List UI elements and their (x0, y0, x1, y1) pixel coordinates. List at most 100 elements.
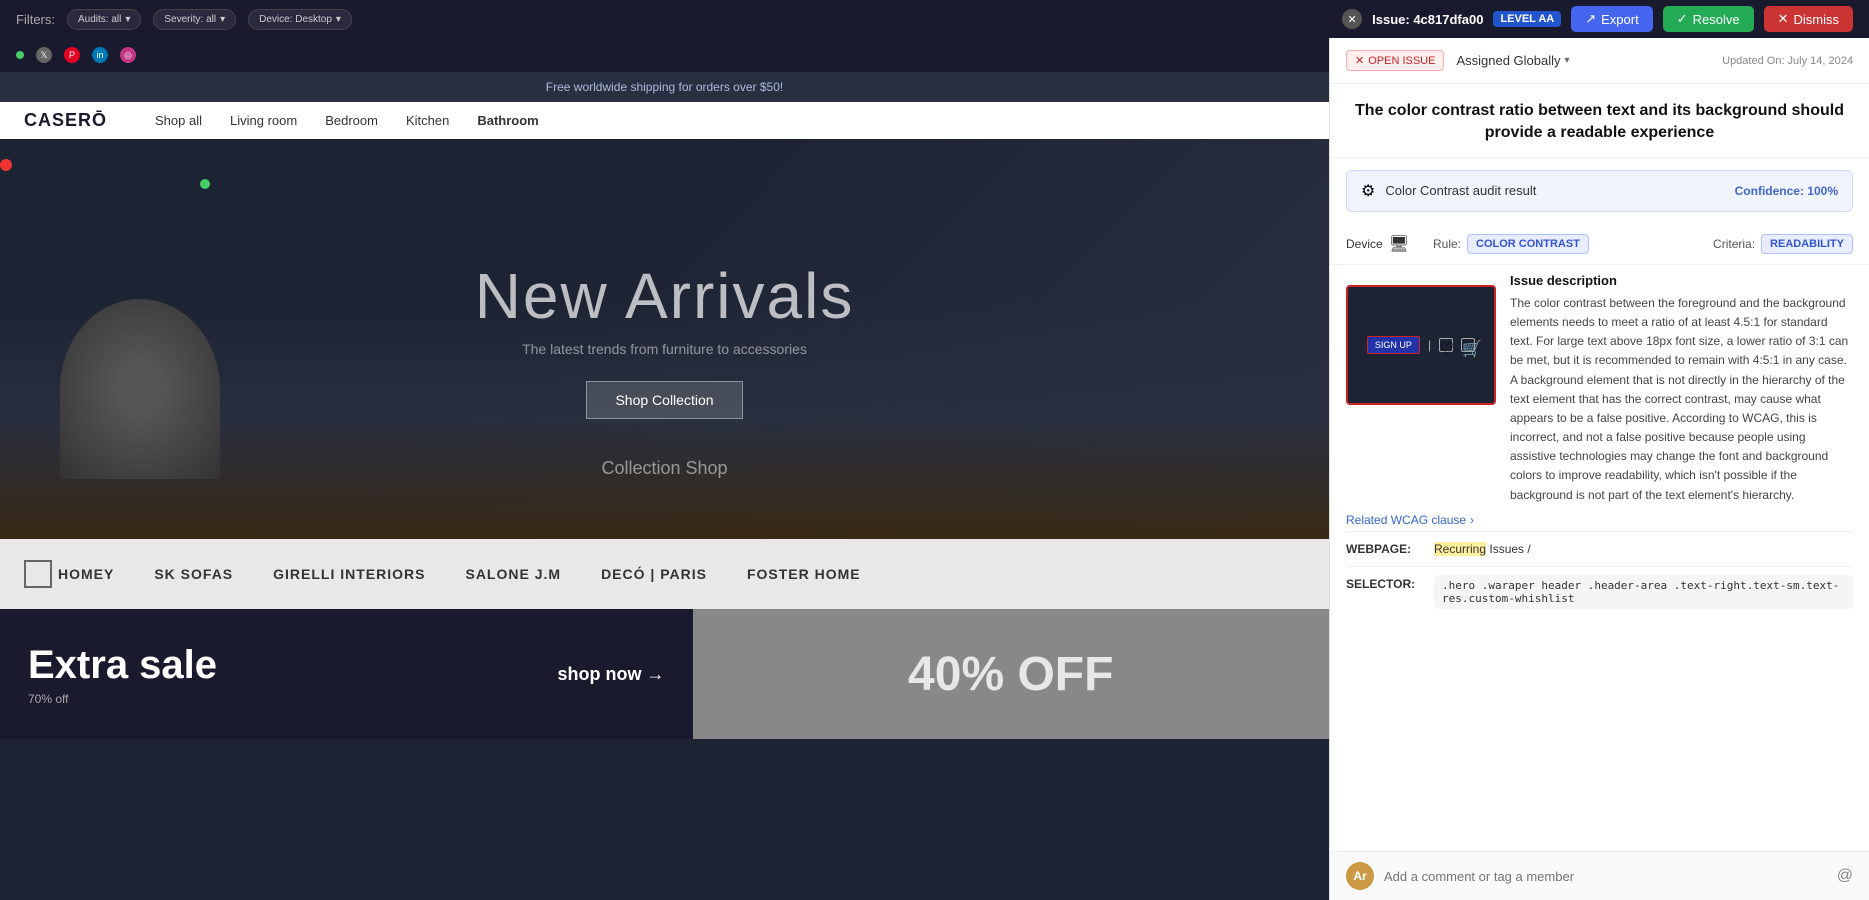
pinterest-icon: P (64, 47, 80, 63)
nav-living-room[interactable]: Living room (230, 113, 297, 128)
open-issue-badge[interactable]: ✕ OPEN ISSUE (1346, 50, 1444, 71)
dot-indicator-red (0, 159, 12, 171)
shipping-text: Free worldwide shipping for orders over … (546, 80, 783, 94)
audit-filter-btn[interactable]: Audits: all ▾ (67, 9, 141, 30)
panel-body: SIGN UP | ♡ 🛒 Issue description The colo… (1330, 265, 1869, 851)
severity-filter-btn[interactable]: Severity: all ▾ (153, 9, 236, 30)
selector-value: .hero .waraper header .header-area .text… (1434, 575, 1853, 609)
chevron-right-icon: › (1470, 513, 1474, 527)
nav-shop-all[interactable]: Shop all (155, 113, 202, 128)
criteria-badge: READABILITY (1761, 234, 1853, 254)
selector-label: SELECTOR: (1346, 577, 1426, 591)
brand-homey: HOMEY (24, 560, 114, 588)
right-panel: ✕ OPEN ISSUE Assigned Globally ▾ Updated… (1329, 38, 1869, 900)
brand-girelli: GIRELLI INTERIORS (273, 566, 425, 582)
webpage-row: WEBPAGE: Recurring Issues / (1346, 531, 1853, 566)
issue-desc-layout: SIGN UP | ♡ 🛒 Issue description The colo… (1346, 273, 1853, 505)
cart-icon: 🛒 (1461, 338, 1475, 352)
social-bar: 𝕏 P in ◎ (0, 38, 1329, 72)
dot-indicator-green (200, 179, 210, 189)
panel-title: The color contrast ratio between text an… (1330, 84, 1869, 158)
hero-subtitle: The latest trends from furniture to acce… (475, 341, 855, 357)
extra-sale-banner: Extra sale 70% off shop now → (0, 609, 693, 739)
top-bar: Filters: Audits: all ▾ Severity: all ▾ D… (0, 0, 1869, 38)
chevron-down-icon: ▾ (336, 14, 341, 25)
issue-desc-body: The color contrast between the foregroun… (1510, 294, 1853, 505)
nav-kitchen[interactable]: Kitchen (406, 113, 449, 128)
issue-bar: ✕ Issue: 4c817dfa00 LEVEL AA ↗ Export ✓ … (1342, 6, 1853, 32)
resolve-button[interactable]: ✓ Resolve (1663, 6, 1754, 32)
favicon-icon (16, 51, 24, 59)
issue-desc-title: Issue description (1510, 273, 1853, 288)
webpage-value: Recurring Issues / (1434, 542, 1531, 556)
device-rule-row: Device 🖥 Rule: COLOR CONTRAST Criteria: … (1330, 224, 1869, 265)
brand-foster-home: FOSTER HOME (747, 566, 861, 582)
related-wcag-link[interactable]: Related WCAG clause › (1346, 513, 1853, 527)
criteria-info: Criteria: READABILITY (1713, 234, 1853, 254)
hero-section: New Arrivals The latest trends from furn… (0, 139, 1329, 539)
selector-row: SELECTOR: .hero .waraper header .header-… (1346, 566, 1853, 617)
criteria-label: Criteria: (1713, 237, 1755, 251)
monitor-icon: 🖥 (1389, 234, 1409, 254)
export-icon: ↗ (1585, 11, 1596, 27)
brand-sk-sofas: SK SOFAS (154, 566, 233, 582)
issue-desc-text: Issue description The color contrast bet… (1510, 273, 1853, 505)
chevron-down-icon: ▾ (125, 14, 130, 25)
signup-btn-mock: SIGN UP (1367, 336, 1420, 354)
off-percentage-text: 40% OFF (908, 647, 1113, 702)
twitter-icon: 𝕏 (36, 47, 52, 63)
brand-deco-paris: DECÓ | PARIS (601, 566, 707, 582)
rule-label: Rule: (1433, 237, 1461, 251)
device-filter-btn[interactable]: Device: Desktop ▾ (248, 9, 352, 30)
chevron-down-icon: ▾ (220, 14, 225, 25)
shop-collection-button[interactable]: Shop Collection (586, 381, 742, 419)
updated-text: Updated On: July 14, 2024 (1722, 55, 1853, 67)
signup-mock: SIGN UP | ♡ 🛒 (1367, 336, 1475, 354)
device-label: Device (1346, 237, 1383, 251)
shop-now-button[interactable]: shop now → (558, 664, 665, 685)
nav-bathroom[interactable]: Bathroom (477, 113, 538, 128)
screenshot-inner: SIGN UP | ♡ 🛒 (1348, 287, 1494, 403)
main-layout: 𝕏 P in ◎ Free worldwide shipping for ord… (0, 38, 1869, 900)
level-badge: LEVEL AA (1493, 11, 1561, 27)
bottom-banners: Extra sale 70% off shop now → 40% OFF (0, 609, 1329, 739)
x-small-icon: ✕ (1355, 54, 1364, 67)
device-info: Device 🖥 (1346, 234, 1409, 254)
brands-bar: HOMEY SK SOFAS GIRELLI INTERIORS SALONE … (0, 539, 1329, 609)
comment-input[interactable] (1384, 869, 1827, 884)
linkedin-icon: in (92, 47, 108, 63)
audit-result-bar: ⚙ Color Contrast audit result Confidence… (1346, 170, 1853, 212)
pipe-icon: | (1428, 338, 1431, 352)
export-button[interactable]: ↗ Export (1571, 6, 1652, 32)
rule-badge: COLOR CONTRAST (1467, 234, 1589, 254)
site-nav: CASERŌ Shop all Living room Bedroom Kitc… (0, 102, 1329, 139)
extra-sale-text-block: Extra sale 70% off (28, 643, 217, 706)
at-icon[interactable]: @ (1837, 867, 1853, 885)
website-preview: 𝕏 P in ◎ Free worldwide shipping for ord… (0, 38, 1329, 900)
site-logo: CASERŌ (24, 110, 107, 131)
off-banner: 40% OFF (693, 609, 1330, 739)
issue-id: Issue: 4c817dfa00 (1372, 12, 1483, 27)
issue-title: The color contrast ratio between text an… (1350, 100, 1849, 145)
audit-icon: ⚙ (1361, 181, 1375, 201)
dismiss-button[interactable]: ✕ Dismiss (1764, 6, 1853, 32)
issue-screenshot: SIGN UP | ♡ 🛒 (1346, 285, 1496, 405)
close-issue-btn[interactable]: ✕ (1342, 9, 1362, 29)
assigned-globally-dropdown[interactable]: Assigned Globally ▾ (1456, 53, 1569, 68)
lamp-decoration (60, 299, 220, 479)
homey-logo-icon (24, 560, 52, 588)
filter-label: Filters: (16, 12, 55, 27)
percent-off-text: 70% off (28, 692, 217, 706)
comment-bar: Ar @ (1330, 851, 1869, 900)
chevron-down-icon: ▾ (1565, 55, 1570, 66)
avatar: Ar (1346, 862, 1374, 890)
x-icon: ✕ (1778, 11, 1789, 27)
webpage-highlight: Recurring (1434, 542, 1486, 556)
nav-bedroom[interactable]: Bedroom (325, 113, 378, 128)
collection-shop-text: Collection Shop (601, 458, 727, 479)
panel-header: ✕ OPEN ISSUE Assigned Globally ▾ Updated… (1330, 38, 1869, 84)
hero-title: New Arrivals (475, 259, 855, 333)
hero-content: New Arrivals The latest trends from furn… (475, 259, 855, 419)
rule-info: Rule: COLOR CONTRAST (1433, 234, 1589, 254)
audit-label: Color Contrast audit result (1385, 183, 1724, 198)
